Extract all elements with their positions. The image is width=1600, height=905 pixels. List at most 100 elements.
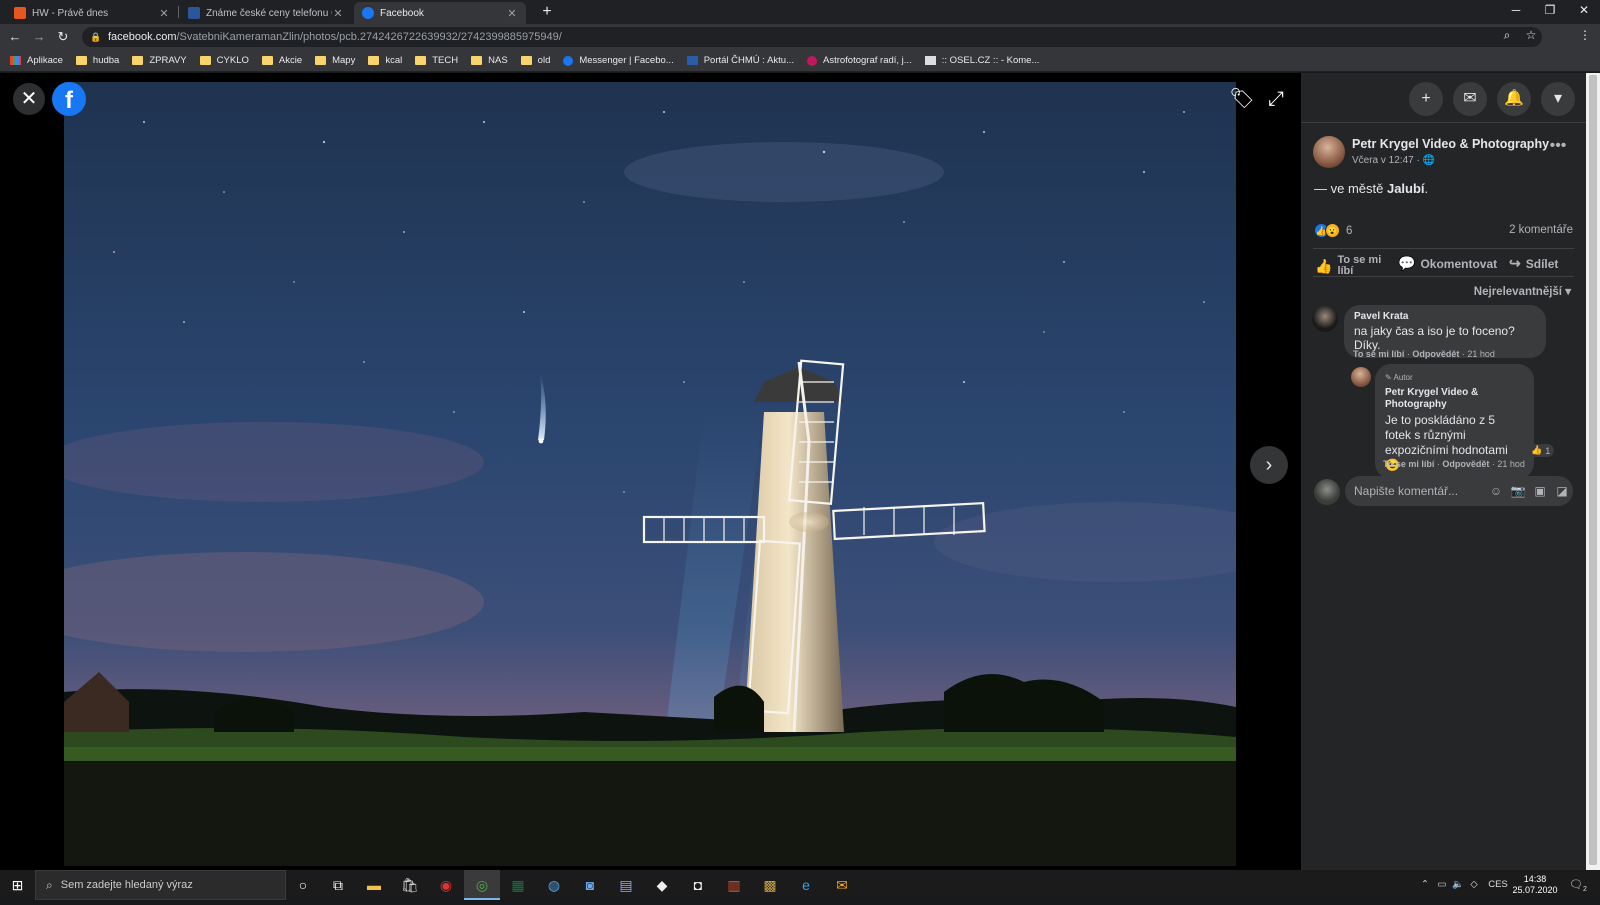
url-bar[interactable]: 🔒 facebook.com /SvatebniKameramanZlin/ph… — [82, 27, 1542, 47]
reply-reply-link[interactable]: Odpovědět — [1442, 459, 1489, 469]
reply-like-link[interactable]: To se mi líbí — [1383, 459, 1434, 469]
excel-icon[interactable]: ▦ — [500, 870, 536, 900]
cortana-icon[interactable]: ○ — [285, 870, 321, 900]
avatar[interactable] — [1312, 306, 1338, 332]
tab-hw[interactable]: HW - Právě dnes ✕ — [6, 2, 178, 24]
reaction-summary[interactable]: 👍 😮 6 — [1314, 223, 1352, 238]
tag-icon[interactable]: 🏷 — [1228, 85, 1256, 113]
page-scrollbar[interactable] — [1586, 73, 1600, 870]
fullscreen-icon[interactable]: ⤢ — [1262, 85, 1290, 113]
camera-icon[interactable]: 📷 — [1507, 484, 1529, 498]
close-tab-icon[interactable]: ✕ — [332, 7, 344, 20]
store-icon[interactable]: 🛍 — [392, 870, 428, 900]
tab-oneplus[interactable]: Známe české ceny telefonu OnePlus ✕ — [180, 2, 352, 24]
bookmark-hudba[interactable]: hudba — [75, 55, 119, 66]
close-viewer-button[interactable]: ✕ — [13, 83, 45, 115]
reply-time[interactable]: 21 hod — [1497, 459, 1525, 469]
close-tab-icon[interactable]: ✕ — [158, 7, 170, 20]
reply-like-badge[interactable]: 👍 1 — [1527, 444, 1555, 457]
bookmark-osel[interactable]: :: OSEL.CZ :: - Kome... — [924, 55, 1039, 66]
more-options-icon[interactable]: ••• — [1547, 137, 1569, 155]
bookmark-astro[interactable]: Astrofotograf radí, j... — [807, 55, 912, 66]
facebook-logo-icon[interactable]: f — [52, 82, 86, 116]
next-photo-button[interactable]: › — [1250, 446, 1288, 484]
author-badge-label: Autor — [1393, 373, 1413, 382]
close-window-button[interactable]: ✕ — [1568, 0, 1600, 22]
minimize-window-button[interactable]: ─ — [1500, 0, 1532, 22]
avatar[interactable] — [1351, 367, 1371, 387]
browser-menu-icon[interactable]: ⋮ — [1576, 28, 1594, 42]
avatar[interactable] — [1314, 479, 1340, 505]
pcb-favicon-icon — [188, 7, 200, 19]
language-indicator[interactable]: CES — [1484, 870, 1512, 900]
comment-sort-dropdown[interactable]: Nejrelevantnější ▾ — [1474, 284, 1571, 298]
edge-icon[interactable]: e — [788, 870, 824, 900]
forward-icon[interactable]: → — [30, 28, 48, 46]
bookmark-cyklo[interactable]: CYKLO — [199, 55, 249, 66]
notifications-bell-icon[interactable]: 🔔 — [1497, 82, 1531, 116]
taskbar-search-input[interactable]: ⌕ Sem zadejte hledaný výraz — [35, 870, 286, 900]
task-view-icon[interactable]: ⧉ — [320, 870, 356, 900]
messenger-icon[interactable]: ✉ — [1453, 82, 1487, 116]
bookmark-old[interactable]: old — [520, 55, 550, 66]
comment-input[interactable]: Napište komentář... ☺ 📷 ▣ ◪ — [1345, 476, 1573, 506]
media-app-icon[interactable]: ◉ — [428, 870, 464, 900]
create-plus-icon[interactable]: + — [1409, 82, 1443, 116]
bookmark-chmu[interactable]: Portál ČHMÚ : Aktu... — [686, 55, 794, 66]
windows-start-icon[interactable]: ⊞ — [0, 870, 35, 900]
bookmark-star-icon[interactable]: ☆ — [1522, 28, 1540, 42]
account-menu-chevron-down-icon[interactable]: ▾ — [1541, 82, 1575, 116]
share-button[interactable]: ↪ Sdílet — [1509, 255, 1558, 272]
new-tab-button[interactable]: + — [537, 2, 557, 22]
archive-app-icon[interactable]: ▩ — [752, 870, 788, 900]
bookmark-akcie[interactable]: Akcie — [261, 55, 302, 66]
wolf-app-icon[interactable]: ◆ — [644, 870, 680, 900]
pencil-icon: ✎ — [1385, 373, 1392, 382]
gif-icon[interactable]: ▣ — [1529, 484, 1551, 498]
save-app-icon[interactable]: ▤ — [608, 870, 644, 900]
system-clock[interactable]: 14:38 25.07.2020 — [1509, 874, 1561, 896]
mail-app-icon[interactable]: ✉ — [824, 870, 860, 900]
close-tab-icon[interactable]: ✕ — [506, 7, 518, 20]
reload-icon[interactable]: ↻ — [54, 28, 72, 46]
network-icon[interactable]: ▭ — [1434, 870, 1450, 900]
url-path: /SvatebniKameramanZlin/photos/pcb.274242… — [176, 31, 562, 43]
outlook-icon[interactable]: ◙ — [572, 870, 608, 900]
notifications-center-icon[interactable]: 🗨2 — [1566, 870, 1590, 900]
bookmark-messenger[interactable]: Messenger | Facebo... — [563, 55, 674, 66]
camera-app-icon[interactable]: ◘ — [680, 870, 716, 900]
file-explorer-icon[interactable]: ▬ — [356, 870, 392, 900]
bookmark-zpravy[interactable]: ZPRAVY — [132, 55, 187, 66]
post-author-name[interactable]: Petr Krygel Video & Photography — [1352, 137, 1549, 151]
sticker-icon[interactable]: ◪ — [1551, 484, 1573, 498]
tab-facebook[interactable]: Facebook ✕ — [354, 2, 526, 24]
bookmark-nas[interactable]: NAS — [471, 55, 508, 66]
like-button[interactable]: 👍 To se mi líbí — [1315, 255, 1391, 277]
bookmark-kcal[interactable]: kcal — [368, 55, 402, 66]
comment-author[interactable]: Pavel Krata — [1354, 311, 1536, 322]
browser-app-icon[interactable]: ◍ — [536, 870, 572, 900]
bookmark-aplikace[interactable]: Aplikace — [10, 55, 63, 66]
reply-author[interactable]: Petr Krygel Video & Photography — [1385, 387, 1524, 411]
avatar[interactable] — [1313, 136, 1345, 168]
back-icon[interactable]: ← — [6, 28, 24, 46]
chrome-icon[interactable]: ◎ — [464, 870, 500, 900]
comment-time[interactable]: 21 hod — [1467, 349, 1495, 359]
comment-reply-link[interactable]: Odpovědět — [1412, 349, 1459, 359]
volume-icon[interactable]: 🔈 — [1450, 870, 1466, 900]
clock-date: 25.07.2020 — [1512, 885, 1558, 895]
post-timestamp[interactable]: Včera v 12:47 · 🌐 — [1352, 155, 1435, 166]
scrollbar-thumb[interactable] — [1589, 75, 1597, 865]
place-link[interactable]: Jalubí — [1387, 181, 1425, 196]
comments-count[interactable]: 2 komentáře — [1509, 224, 1573, 236]
comment-button[interactable]: 💬 Okomentovat — [1398, 255, 1497, 272]
comment-like-link[interactable]: To se mi líbí — [1353, 349, 1404, 359]
bookmark-mapy[interactable]: Mapy — [315, 55, 355, 66]
tray-overflow-chevron-icon[interactable]: ⌃ — [1418, 870, 1432, 900]
dropbox-icon[interactable]: ◇ — [1466, 870, 1482, 900]
emoji-icon[interactable]: ☺ — [1485, 484, 1507, 498]
maximize-window-button[interactable]: ❐ — [1534, 0, 1566, 22]
bookmark-tech[interactable]: TECH — [415, 55, 458, 66]
zoom-icon[interactable]: ⌕ — [1498, 28, 1516, 43]
presentation-app-icon[interactable]: ▥ — [716, 870, 752, 900]
